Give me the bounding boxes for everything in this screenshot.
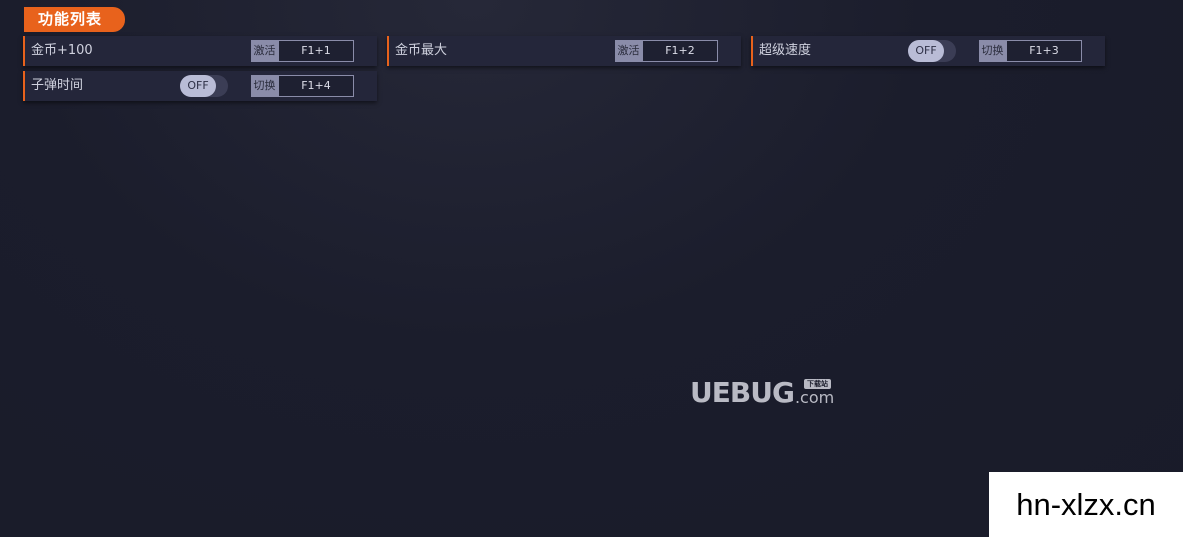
hotkey-group[interactable]: 激活 F1+1: [251, 40, 354, 62]
feature-row-super-speed: 超级速度 OFF 切换 F1+3: [751, 36, 1105, 66]
hotkey-field[interactable]: F1+3: [1006, 40, 1082, 62]
logo-badge: 下载站: [804, 379, 831, 389]
hotkey-group[interactable]: 激活 F1+2: [615, 40, 718, 62]
hotkey-field[interactable]: F1+1: [278, 40, 354, 62]
logo-suffix: .com: [794, 388, 835, 407]
feature-label: 金币+100: [31, 43, 93, 58]
uebug-logo: UEBUG .com 下载站: [690, 376, 834, 408]
speed-toggle[interactable]: OFF: [908, 40, 956, 62]
feature-row-gold-max: 金币最大 激活 F1+2: [387, 36, 741, 66]
feature-label: 超级速度: [759, 43, 812, 58]
hotkey-action-label: 激活: [615, 40, 642, 62]
hotkey-action-label: 切换: [979, 40, 1006, 62]
toggle-state: OFF: [908, 40, 944, 62]
hotkey-group[interactable]: 切换 F1+4: [251, 75, 354, 97]
logo-main-text: UEBUG: [690, 376, 795, 409]
hotkey-field[interactable]: F1+4: [278, 75, 354, 97]
trainer-window: 功能列表 金币+100 激活 F1+1 金币最大 激活 F1+2 超级速度 OF…: [0, 0, 1183, 537]
hotkey-action-label: 切换: [251, 75, 278, 97]
feature-label: 金币最大: [395, 43, 448, 58]
feature-row-bullet-time: 子弹时间 OFF 切换 F1+4: [23, 71, 377, 101]
site-watermark: hn-xlzx.cn: [989, 472, 1183, 537]
hotkey-action-label: 激活: [251, 40, 278, 62]
toggle-state: OFF: [180, 75, 216, 97]
panel-title: 功能列表: [24, 7, 125, 32]
hotkey-field[interactable]: F1+2: [642, 40, 718, 62]
feature-label: 子弹时间: [31, 78, 84, 93]
hotkey-group[interactable]: 切换 F1+3: [979, 40, 1082, 62]
bullet-time-toggle[interactable]: OFF: [180, 75, 228, 97]
feature-row-gold-add: 金币+100 激活 F1+1: [23, 36, 377, 66]
